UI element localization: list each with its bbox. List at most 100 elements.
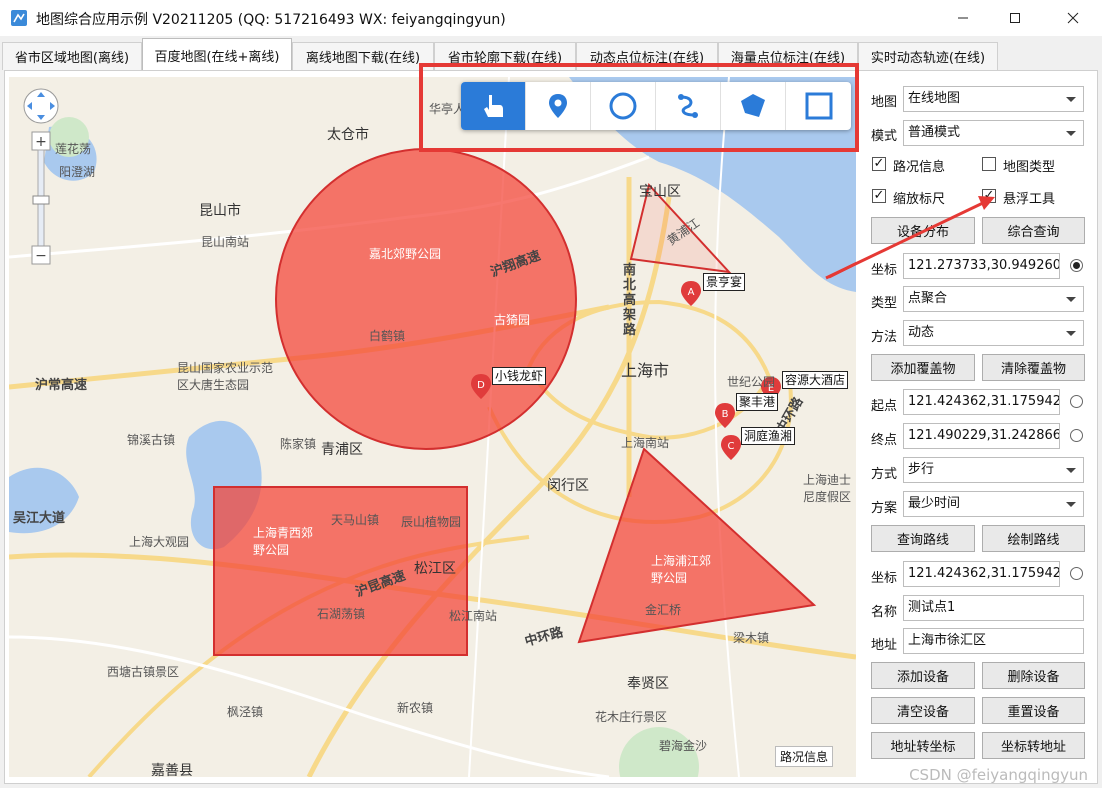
method-select[interactable]: 动态 bbox=[903, 320, 1084, 346]
tool-pan-button[interactable] bbox=[461, 82, 526, 130]
device-distribution-button[interactable]: 设备分布 bbox=[871, 217, 975, 244]
close-button[interactable] bbox=[1050, 0, 1096, 36]
maximize-button[interactable] bbox=[992, 0, 1038, 36]
map-label: 松江区 bbox=[414, 561, 456, 577]
coord-label: 坐标 bbox=[871, 263, 898, 278]
tab-province-offline[interactable]: 省市区域地图(离线) bbox=[2, 42, 142, 70]
mode-select[interactable]: 普通模式 bbox=[903, 120, 1084, 146]
title-bar: 地图综合应用示例 V20211205 (QQ: 517216493 WX: fe… bbox=[0, 0, 1102, 36]
map-label: 陈家镇 bbox=[280, 437, 317, 451]
map-label: 上海大观园 bbox=[129, 535, 190, 549]
coord-radio[interactable] bbox=[1070, 259, 1083, 272]
tool-rectangle-button[interactable] bbox=[786, 82, 851, 130]
minimize-icon bbox=[958, 17, 968, 19]
map-label: 上海浦江郊野公园 bbox=[651, 554, 712, 585]
name-label: 名称 bbox=[871, 605, 898, 620]
map-label: 金汇桥 bbox=[645, 603, 682, 617]
window-title: 地图综合应用示例 V20211205 (QQ: 517216493 WX: fe… bbox=[36, 12, 506, 28]
plan-select-value: 最少时间 bbox=[908, 496, 961, 511]
address-label: 地址 bbox=[871, 638, 898, 653]
marker-tag-c[interactable]: 洞庭渔湘 bbox=[741, 427, 796, 445]
scale-checkbox[interactable]: ✓ bbox=[872, 189, 886, 203]
maximize-icon bbox=[1010, 13, 1020, 23]
map-select[interactable]: 在线地图 bbox=[903, 86, 1084, 112]
map-label: 上海南站 bbox=[621, 436, 670, 450]
map-label: 太仓市 bbox=[327, 127, 369, 143]
delete-device-button[interactable]: 删除设备 bbox=[982, 662, 1085, 689]
coord-to-address-button[interactable]: 坐标转地址 bbox=[982, 732, 1085, 759]
hand-pointer-icon bbox=[484, 95, 503, 117]
tool-marker-button[interactable] bbox=[526, 82, 591, 130]
coord2-field[interactable]: 121.424362,31.175942 bbox=[903, 561, 1060, 587]
marker-tag-b[interactable]: 聚丰港 bbox=[736, 393, 779, 411]
marker-tag-e[interactable]: 容源大酒店 bbox=[782, 371, 849, 389]
map-label: 沪常高速 bbox=[35, 378, 88, 393]
marker-tag-d[interactable]: 小钱龙虾 bbox=[492, 367, 547, 385]
map-label: 白鹤镇 bbox=[369, 329, 406, 343]
add-overlay-button[interactable]: 添加覆盖物 bbox=[871, 354, 975, 381]
reset-device-button[interactable]: 重置设备 bbox=[982, 697, 1085, 724]
start-field[interactable]: 121.424362,31.175942 bbox=[903, 389, 1060, 415]
plan-label: 方案 bbox=[871, 501, 898, 516]
chevron-down-icon bbox=[1066, 502, 1076, 507]
coord2-radio[interactable] bbox=[1070, 567, 1083, 580]
end-radio[interactable] bbox=[1070, 429, 1083, 442]
type-select[interactable]: 点聚合 bbox=[903, 286, 1084, 312]
query-route-button[interactable]: 查询路线 bbox=[871, 525, 975, 552]
float-tool-checkbox-label: 悬浮工具 bbox=[1003, 192, 1056, 207]
tool-circle-button[interactable] bbox=[591, 82, 656, 130]
app-icon bbox=[11, 10, 27, 26]
map-label: 昆山南站 bbox=[201, 235, 250, 249]
tab-offline-download[interactable]: 离线地图下载(在线) bbox=[292, 42, 434, 70]
traffic-checkbox[interactable]: ✓ bbox=[872, 157, 886, 171]
map-view[interactable]: A B C D E 太仓市 昆山市 昆山南站 莲花荡 阳澄湖 宝山区 南北高架路… bbox=[9, 77, 856, 777]
map-label: 闵行区 bbox=[547, 478, 589, 494]
maptype-checkbox[interactable] bbox=[982, 157, 996, 171]
float-tool-checkbox[interactable]: ✓ bbox=[982, 189, 996, 203]
tool-polygon-button[interactable] bbox=[721, 82, 786, 130]
map-label: 嘉北郊野公园 bbox=[369, 247, 442, 261]
map-label: 新农镇 bbox=[397, 701, 434, 715]
svg-text:−: − bbox=[35, 248, 47, 264]
tab-realtime-track[interactable]: 实时动态轨迹(在线) bbox=[858, 42, 998, 70]
map-label: 吴江大道 bbox=[13, 511, 66, 526]
floating-toolbar bbox=[461, 82, 851, 130]
map-label: 上海青西郊野公园 bbox=[253, 526, 314, 557]
clear-device-button[interactable]: 清空设备 bbox=[871, 697, 975, 724]
map-marker-c: C bbox=[721, 435, 741, 460]
plan-select[interactable]: 最少时间 bbox=[903, 491, 1084, 517]
address-field[interactable]: 上海市徐汇区 bbox=[903, 628, 1084, 654]
draw-route-button[interactable]: 绘制路线 bbox=[982, 525, 1085, 552]
map-label: 昆山国家农业示范区大唐生态园 bbox=[177, 361, 274, 392]
marker-tag-a[interactable]: 景亨宴 bbox=[703, 273, 746, 291]
tool-polyline-button[interactable] bbox=[656, 82, 721, 130]
map-label: 上海市 bbox=[621, 361, 670, 380]
svg-text:C: C bbox=[728, 441, 735, 452]
polygon-icon bbox=[741, 94, 765, 117]
traffic-checkbox-label: 路况信息 bbox=[893, 160, 946, 175]
traffic-info-label[interactable]: 路况信息 bbox=[775, 746, 834, 767]
pan-zoom-icon[interactable]: + − bbox=[23, 88, 63, 268]
address-to-coord-button[interactable]: 地址转坐标 bbox=[871, 732, 975, 759]
map-label: 辰山植物园 bbox=[401, 515, 462, 529]
svg-text:B: B bbox=[722, 409, 729, 420]
end-field[interactable]: 121.490229,31.242866 bbox=[903, 423, 1060, 449]
way-select-value: 步行 bbox=[908, 462, 935, 477]
triangle-overlay bbox=[577, 447, 817, 644]
type-label: 类型 bbox=[871, 296, 898, 311]
tab-baidu-map[interactable]: 百度地图(在线+离线) bbox=[142, 38, 292, 71]
name-field[interactable]: 测试点1 bbox=[903, 595, 1084, 621]
circle-icon bbox=[609, 92, 637, 120]
add-device-button[interactable]: 添加设备 bbox=[871, 662, 975, 689]
map-label: 枫泾镇 bbox=[227, 705, 264, 719]
map-label: 世纪公园 bbox=[727, 375, 776, 389]
method-select-value: 动态 bbox=[908, 325, 935, 340]
minimize-button[interactable] bbox=[940, 0, 986, 36]
chevron-down-icon bbox=[1066, 468, 1076, 473]
coord-field[interactable]: 121.273733,30.949260 bbox=[903, 253, 1060, 279]
clear-overlay-button[interactable]: 清除覆盖物 bbox=[982, 354, 1085, 381]
start-radio[interactable] bbox=[1070, 395, 1083, 408]
start-label: 起点 bbox=[871, 399, 898, 414]
combined-query-button[interactable]: 综合查询 bbox=[982, 217, 1085, 244]
way-select[interactable]: 步行 bbox=[903, 457, 1084, 483]
